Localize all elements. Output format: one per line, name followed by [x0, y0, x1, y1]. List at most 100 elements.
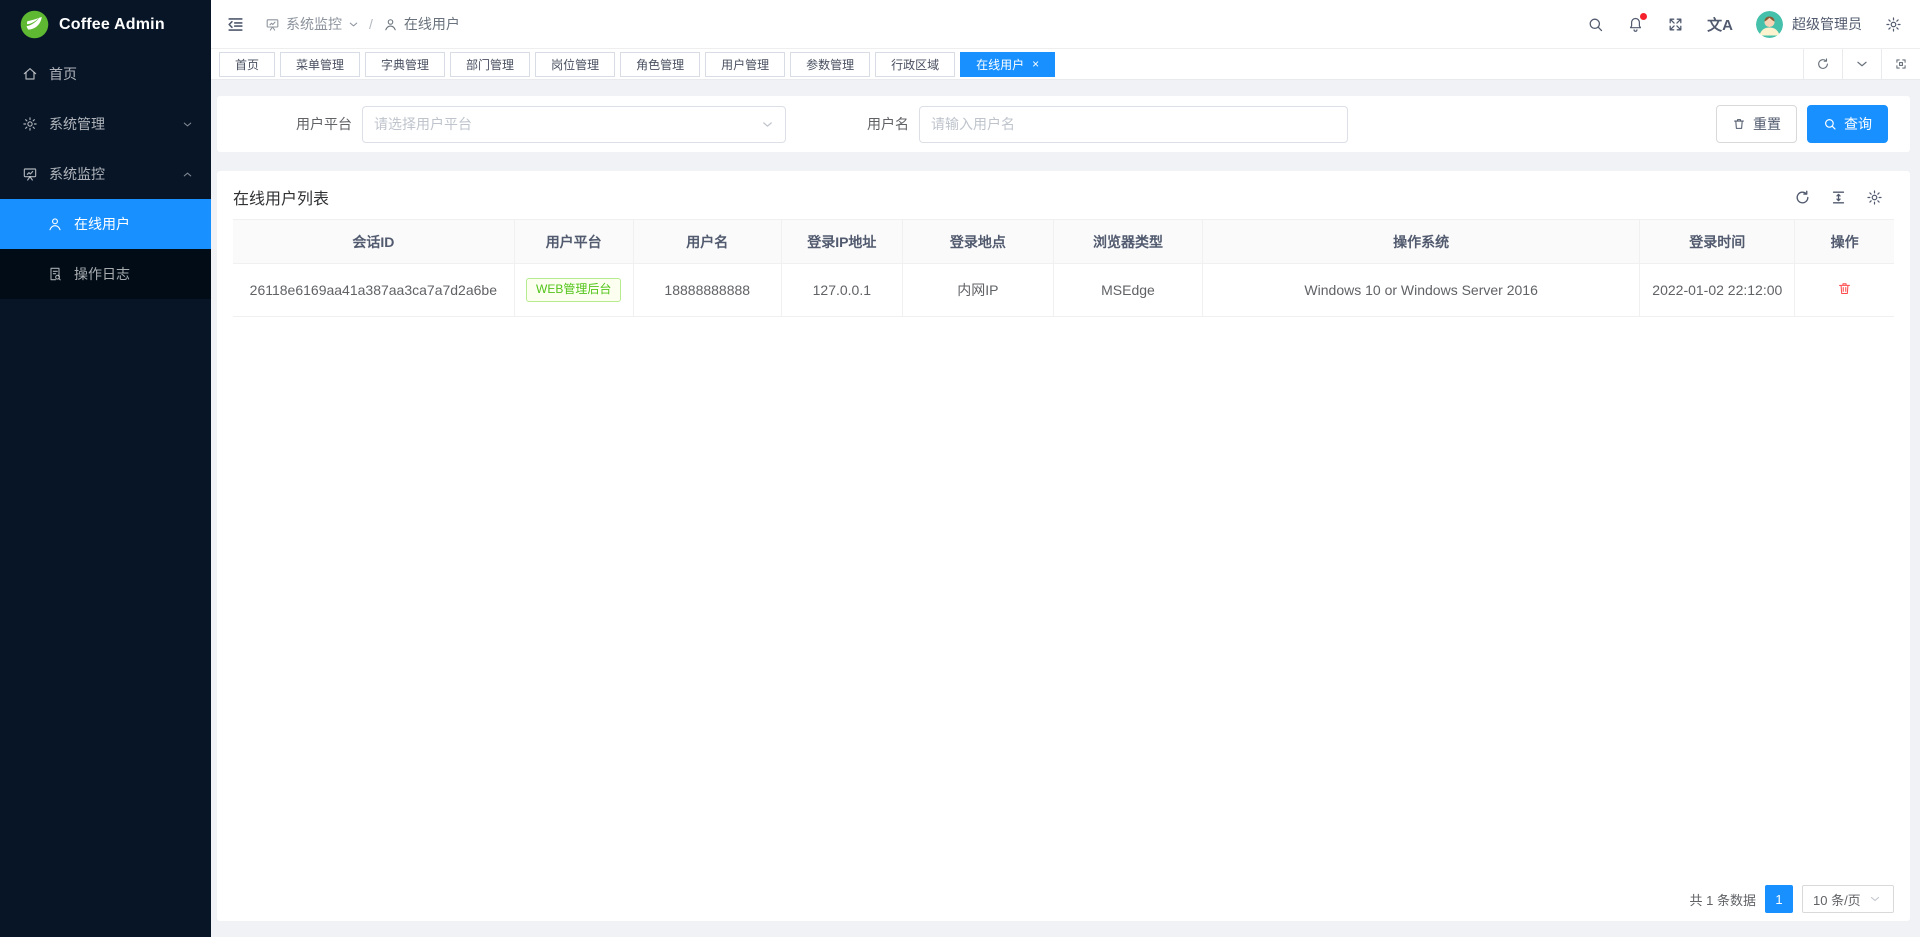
monitor-icon: [265, 17, 280, 32]
page-1-button[interactable]: 1: [1765, 885, 1793, 913]
fullscreen-icon: [1667, 16, 1684, 33]
chevron-up-icon: [182, 169, 193, 180]
sidebar-item-system-monitor[interactable]: 系统监控: [0, 149, 211, 199]
col-location: 登录地点: [902, 220, 1053, 264]
cell-os: Windows 10 or Windows Server 2016: [1203, 264, 1640, 317]
sidebar: Coffee Admin 首页 系统管理 系统监控 在线用户: [0, 0, 211, 937]
tab-online-users[interactable]: 在线用户 ×: [960, 52, 1055, 77]
refresh-icon[interactable]: [1794, 189, 1811, 206]
sidebar-item-operation-logs[interactable]: 操作日志: [0, 249, 211, 299]
breadcrumb-label: 系统监控: [286, 14, 342, 34]
cell-browser: MSEdge: [1053, 264, 1202, 317]
tab-home[interactable]: 首页: [219, 52, 275, 77]
card-title: 在线用户列表: [233, 185, 329, 209]
card-header: 在线用户列表: [217, 171, 1910, 219]
notifications-button[interactable]: [1627, 16, 1644, 33]
avatar: [1756, 11, 1783, 38]
page-size-value: 10 条/页: [1813, 890, 1861, 909]
chevron-down-icon: [761, 118, 774, 131]
force-logout-button[interactable]: [1837, 281, 1852, 296]
sidebar-item-home[interactable]: 首页: [0, 49, 211, 99]
tabbar-tools: [1803, 49, 1920, 80]
query-button[interactable]: 查询: [1807, 105, 1888, 143]
cell-session-id: 26118e6169aa41a387aa3ca7a7d2a6be: [233, 264, 514, 317]
collapse-sidebar-button[interactable]: [226, 15, 245, 34]
column-settings-icon[interactable]: [1866, 189, 1883, 206]
notification-dot: [1640, 13, 1647, 20]
breadcrumb-label: 在线用户: [404, 14, 460, 34]
sidebar-item-label: 系统管理: [49, 114, 105, 134]
cell-ip: 127.0.0.1: [781, 264, 902, 317]
cell-actions: [1795, 264, 1894, 317]
breadcrumb-online-users[interactable]: 在线用户: [383, 14, 460, 34]
cell-location: 内网IP: [902, 264, 1053, 317]
refresh-tab-button[interactable]: [1803, 49, 1842, 80]
sidebar-item-label: 操作日志: [74, 264, 130, 284]
tab-param-management[interactable]: 参数管理: [790, 52, 870, 77]
sidebar-submenu-system-monitor: 在线用户 操作日志: [0, 199, 211, 299]
layout-settings-button[interactable]: [1885, 16, 1902, 33]
platform-select[interactable]: 请选择用户平台: [362, 106, 786, 143]
tab-label: 用户管理: [721, 56, 769, 73]
table-header-row: 会话ID 用户平台 用户名 登录IP地址 登录地点 浏览器类型 操作系统 登录时…: [233, 220, 1894, 264]
table-row: 26118e6169aa41a387aa3ca7a7d2a6be WEB管理后台…: [233, 264, 1894, 317]
filter-card: 用户平台 请选择用户平台 用户名 重置 查询: [217, 96, 1910, 152]
page-content: 用户平台 请选择用户平台 用户名 重置 查询: [211, 80, 1920, 937]
username-input[interactable]: [919, 106, 1348, 143]
gear-icon: [22, 116, 38, 132]
tab-options-button[interactable]: [1842, 49, 1881, 80]
app-root: Coffee Admin 首页 系统管理 系统监控 在线用户: [0, 0, 1920, 937]
density-icon[interactable]: [1830, 189, 1847, 206]
platform-tag: WEB管理后台: [526, 278, 621, 302]
col-ip: 登录IP地址: [781, 220, 902, 264]
username-label: 用户名: [867, 114, 909, 134]
user-menu[interactable]: 超级管理员: [1756, 11, 1862, 38]
tab-admin-region[interactable]: 行政区域: [875, 52, 955, 77]
tab-dict-management[interactable]: 字典管理: [365, 52, 445, 77]
tab-post-management[interactable]: 岗位管理: [535, 52, 615, 77]
sidebar-item-label: 首页: [49, 64, 77, 84]
sidebar-item-label: 系统监控: [49, 164, 105, 184]
col-session-id: 会话ID: [233, 220, 514, 264]
tab-close-icon[interactable]: ×: [1032, 58, 1039, 70]
table-tools: [1794, 189, 1883, 206]
avatar-image: [1756, 11, 1783, 38]
query-button-label: 查询: [1844, 114, 1872, 134]
sidebar-item-online-users[interactable]: 在线用户: [0, 199, 211, 249]
online-users-card: 在线用户列表 会话ID 用户平台: [217, 171, 1910, 921]
col-login-time: 登录时间: [1640, 220, 1795, 264]
tab-role-management[interactable]: 角色管理: [620, 52, 700, 77]
menu-fold-icon: [226, 15, 245, 34]
breadcrumb-separator: /: [369, 16, 373, 32]
chevron-down-icon: [1855, 57, 1869, 71]
breadcrumb-system-monitor[interactable]: 系统监控: [265, 14, 359, 34]
search-icon: [1587, 16, 1604, 33]
tab-dept-management[interactable]: 部门管理: [450, 52, 530, 77]
logo[interactable]: Coffee Admin: [0, 0, 211, 49]
tab-label: 岗位管理: [551, 56, 599, 73]
tab-menu-management[interactable]: 菜单管理: [280, 52, 360, 77]
cell-platform: WEB管理后台: [514, 264, 633, 317]
page-size-select[interactable]: 10 条/页: [1802, 885, 1894, 913]
sidebar-item-system-management[interactable]: 系统管理: [0, 99, 211, 149]
log-icon: [47, 266, 63, 282]
user-icon: [383, 17, 398, 32]
online-users-table: 会话ID 用户平台 用户名 登录IP地址 登录地点 浏览器类型 操作系统 登录时…: [233, 219, 1894, 317]
reset-button-label: 重置: [1753, 114, 1781, 134]
translate-icon[interactable]: 文A: [1707, 14, 1733, 35]
trash-icon: [1837, 281, 1852, 296]
tab-label: 字典管理: [381, 56, 429, 73]
tab-label: 部门管理: [466, 56, 514, 73]
col-os: 操作系统: [1203, 220, 1640, 264]
search-button[interactable]: [1587, 16, 1604, 33]
maximize-content-button[interactable]: [1881, 49, 1920, 80]
col-platform: 用户平台: [514, 220, 633, 264]
tab-label: 参数管理: [806, 56, 854, 73]
tab-label: 角色管理: [636, 56, 684, 73]
logo-text: Coffee Admin: [59, 16, 165, 34]
breadcrumb: 系统监控 / 在线用户: [265, 14, 460, 34]
tab-user-management[interactable]: 用户管理: [705, 52, 785, 77]
reset-button[interactable]: 重置: [1716, 105, 1797, 143]
fullscreen-button[interactable]: [1667, 16, 1684, 33]
pagination-total: 共 1 条数据: [1690, 890, 1756, 909]
